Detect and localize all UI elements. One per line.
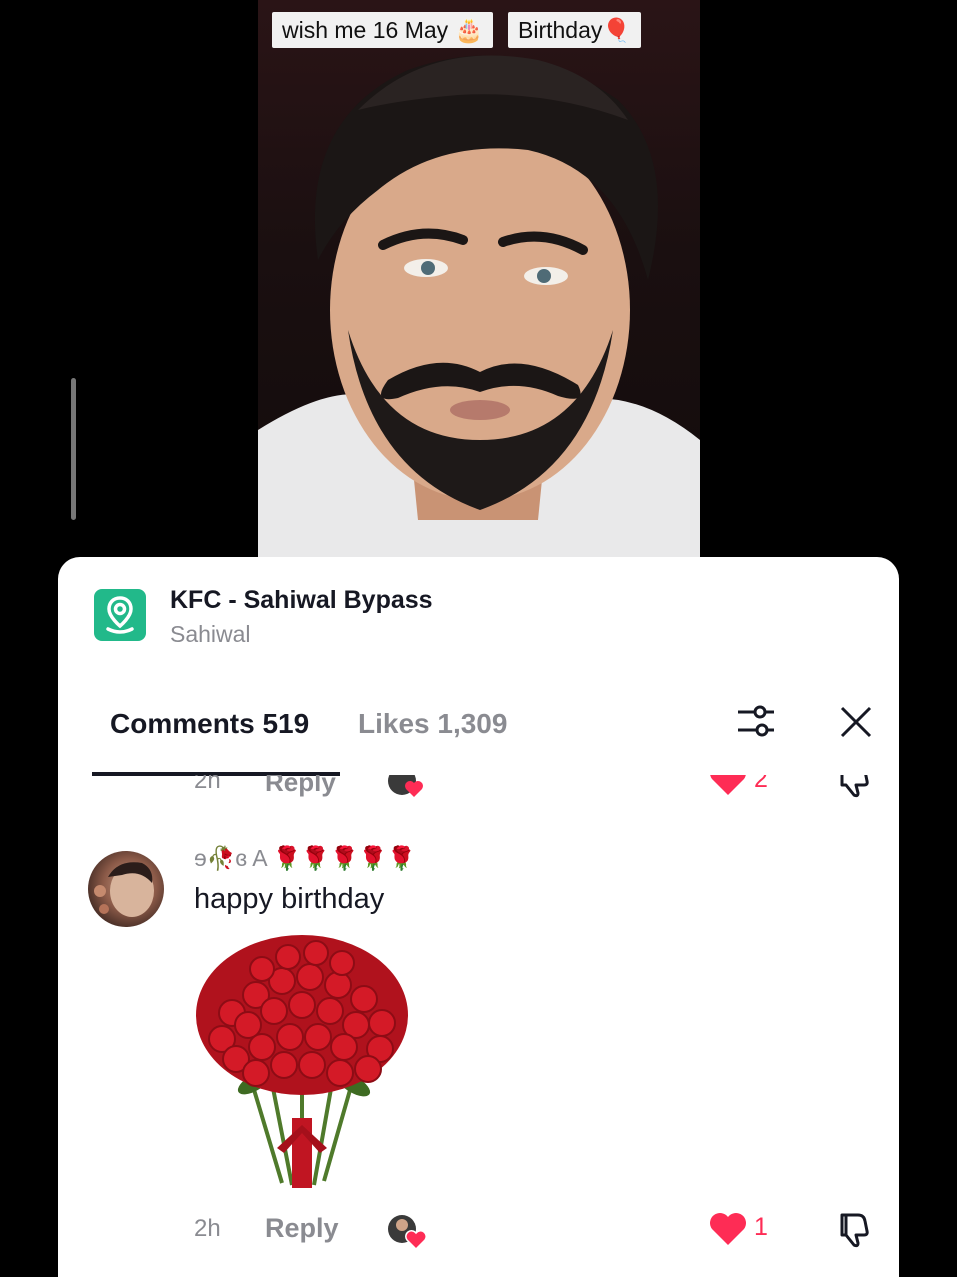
reply-button[interactable]: Reply (265, 775, 336, 798)
caption-tag-text: Birthday🎈 (518, 17, 632, 43)
close-icon (840, 706, 872, 738)
creator-liked-icon (388, 775, 423, 797)
location-title[interactable]: KFC - Sahiwal Bypass (170, 586, 433, 615)
comment-time: 2h (194, 775, 221, 794)
dislike-icon[interactable] (834, 1209, 874, 1249)
comment-tabs: Comments 519 Likes 1,309 (58, 702, 899, 782)
comment-actions: 2h Reply 1 (58, 1207, 899, 1251)
like-count: 1 (754, 1213, 768, 1241)
tab-likes[interactable]: Likes 1,309 (358, 708, 507, 740)
sliders-icon (738, 705, 774, 737)
location-city: Sahiwal (170, 621, 251, 647)
creator-liked-icon (388, 1215, 426, 1251)
caption-tag-wish: wish me 16 May 🎂 (272, 12, 494, 48)
caption-tag-birthday: Birthday🎈 (508, 12, 642, 48)
like-heart-icon[interactable] (708, 1211, 748, 1247)
progress-scroll-indicator[interactable] (71, 378, 76, 520)
filter-settings-button[interactable] (736, 702, 776, 742)
avatar[interactable] (88, 851, 164, 927)
tab-comments[interactable]: Comments 519 (110, 708, 309, 740)
caption-tag-text: wish me 16 May 🎂 (282, 17, 484, 43)
location-pin-icon (94, 589, 146, 641)
close-button[interactable] (836, 702, 876, 742)
video-player[interactable]: wish me 16 May 🎂 Birthday🎈 (258, 0, 700, 560)
comment-username[interactable]: ɘ🥀ɞ A 🌹🌹🌹🌹🌹 (194, 845, 416, 872)
video-frame-image (258, 55, 700, 560)
like-count: 2 (754, 775, 768, 793)
dislike-icon[interactable] (834, 775, 874, 799)
comment-time: 2h (194, 1215, 221, 1242)
reply-button[interactable]: Reply (265, 1213, 339, 1244)
comment-item: ɘ🥀ɞ A 🌹🌹🌹🌹🌹 happy birthday 2h Reply 1 (58, 837, 899, 1277)
like-heart-icon[interactable] (708, 775, 748, 797)
comment-text: happy birthday (194, 883, 385, 915)
comments-panel: KFC - Sahiwal Bypass Sahiwal Comments 51… (58, 557, 899, 1277)
screen: wish me 16 May 🎂 Birthday🎈 KFC - Sahiwal… (0, 0, 957, 1277)
rose-bouquet-sticker (196, 935, 408, 1188)
previous-comment-actions: 2h Reply 2 (58, 775, 899, 801)
